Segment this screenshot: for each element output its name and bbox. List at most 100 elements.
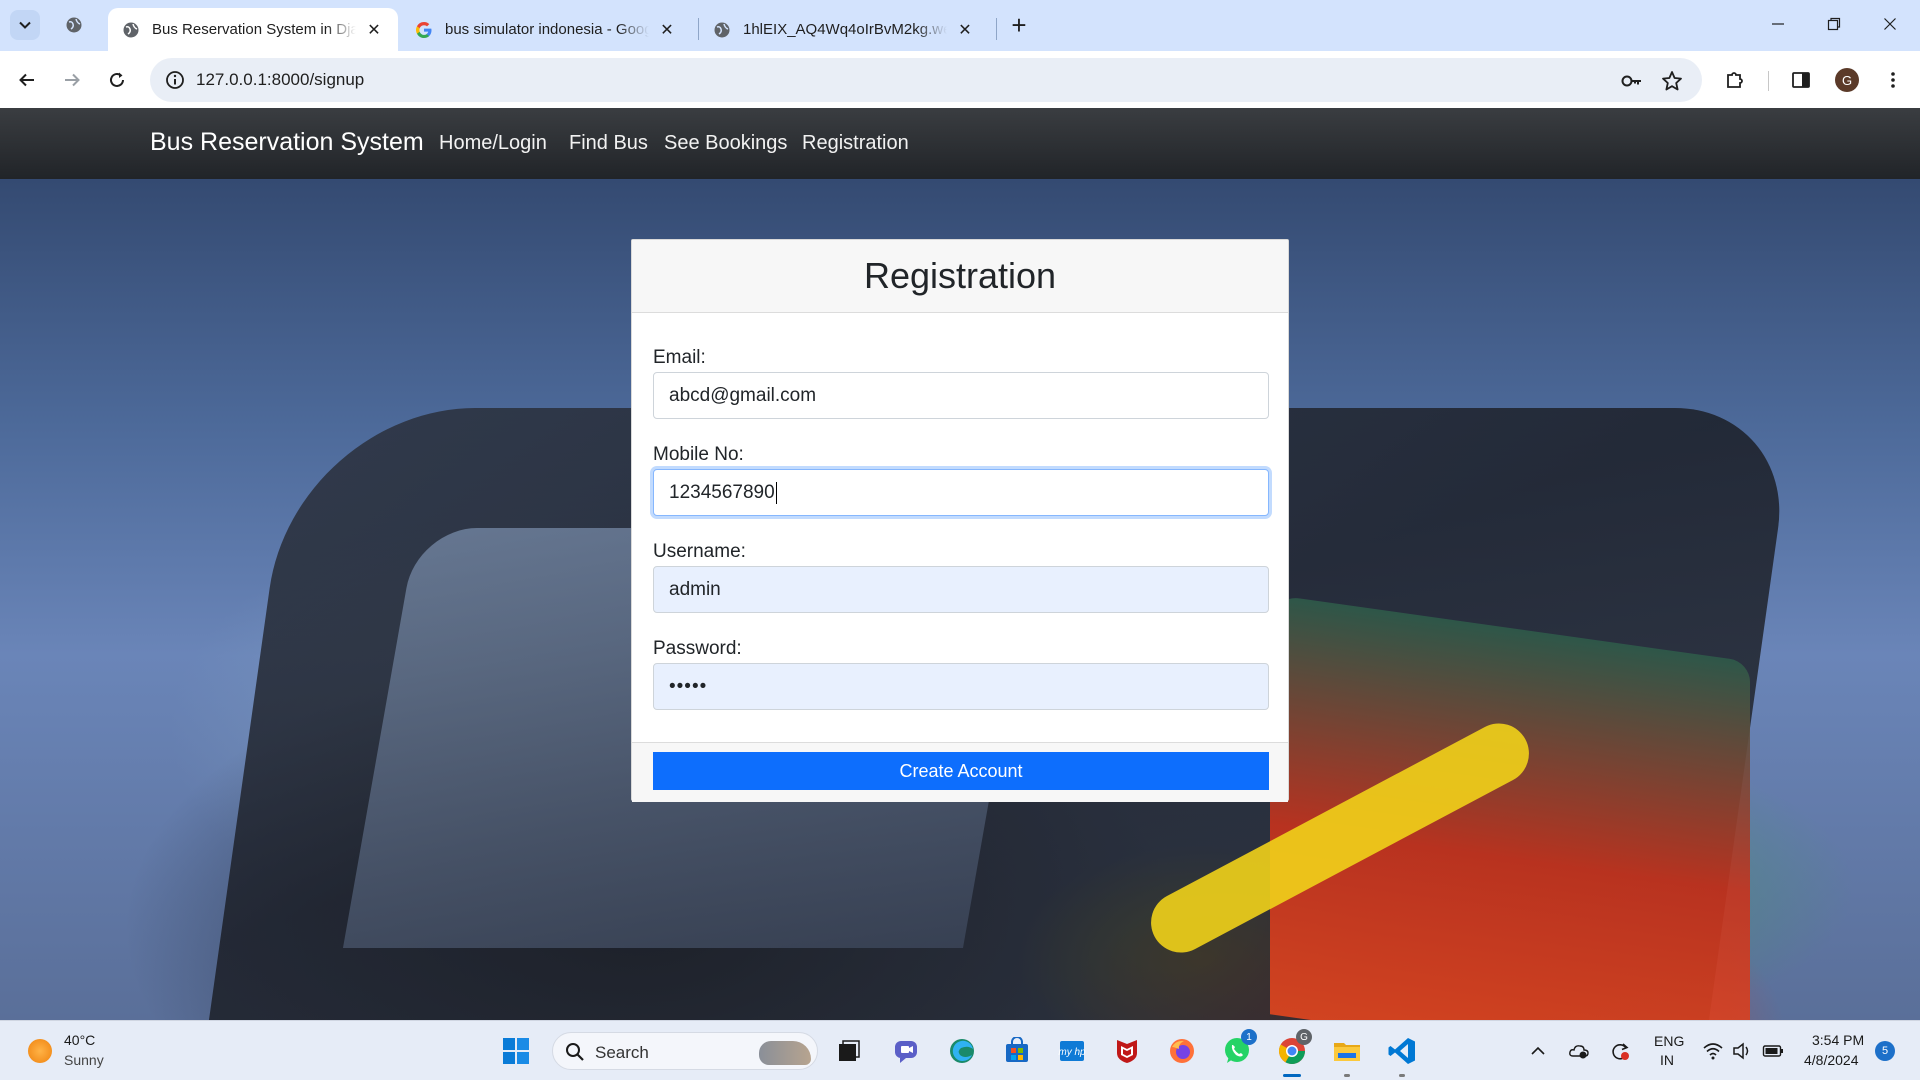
minimize-icon bbox=[1772, 23, 1784, 25]
tab-title: bus simulator indonesia - Google Search bbox=[445, 21, 649, 38]
file-explorer-button[interactable] bbox=[1329, 1033, 1365, 1069]
tab-search-button[interactable] bbox=[10, 10, 40, 40]
windows-taskbar: 40°C Sunny Search my hp 1 G ENG IN 3:54 … bbox=[0, 1020, 1920, 1080]
close-icon[interactable]: ✕ bbox=[364, 20, 384, 40]
username-value: admin bbox=[669, 578, 721, 600]
navbar-brand[interactable]: Bus Reservation System bbox=[150, 128, 424, 157]
firefox-icon bbox=[1170, 1039, 1194, 1063]
card-footer: Create Account bbox=[632, 742, 1288, 802]
restore-button[interactable] bbox=[1806, 0, 1862, 48]
microsoft-store-button[interactable] bbox=[999, 1033, 1035, 1069]
nav-link-home-login[interactable]: Home/Login bbox=[439, 132, 547, 155]
password-field[interactable]: ••••• bbox=[653, 663, 1269, 710]
hp-icon: my hp bbox=[1058, 1041, 1086, 1061]
close-window-button[interactable] bbox=[1862, 0, 1918, 48]
chrome-button[interactable]: G bbox=[1274, 1029, 1312, 1069]
clock-time[interactable]: 3:54 PM bbox=[1812, 1032, 1864, 1048]
firefox-button[interactable] bbox=[1164, 1033, 1200, 1069]
toolbar-divider bbox=[1768, 71, 1769, 91]
reload-icon bbox=[110, 72, 124, 87]
close-icon[interactable]: ✕ bbox=[657, 20, 677, 40]
search-placeholder: Search bbox=[595, 1043, 649, 1062]
mcafee-button[interactable] bbox=[1109, 1033, 1145, 1069]
language-region[interactable]: IN bbox=[1660, 1052, 1674, 1068]
pinned-tab[interactable] bbox=[58, 10, 90, 40]
registration-card: Registration Email: abcd@gmail.com Mobil… bbox=[631, 239, 1289, 802]
bookmark-star-icon[interactable] bbox=[1660, 69, 1684, 93]
mobile-field[interactable]: 1234567890 bbox=[653, 469, 1269, 516]
browser-menu-button[interactable] bbox=[1878, 65, 1908, 95]
reload-button[interactable] bbox=[102, 65, 132, 95]
tab-bus-reservation[interactable]: Bus Reservation System in Django ✕ bbox=[108, 8, 398, 51]
sun-icon[interactable] bbox=[28, 1039, 52, 1063]
address-bar[interactable]: 127.0.0.1:8000/signup bbox=[150, 58, 1702, 102]
svg-text:my hp: my hp bbox=[1058, 1047, 1086, 1058]
side-panel-icon bbox=[1792, 72, 1810, 88]
mcafee-shield-icon bbox=[1117, 1040, 1137, 1063]
globe-icon bbox=[714, 22, 730, 37]
whatsapp-button[interactable]: 1 bbox=[1219, 1029, 1257, 1069]
new-tab-button[interactable]: + bbox=[1004, 10, 1034, 40]
tab-google-search[interactable]: bus simulator indonesia - Google Search … bbox=[401, 8, 691, 51]
tab-title: 1hlEIX_AQ4Wq4oIrBvM2kg.webp bbox=[743, 21, 947, 38]
sync-alert-tray-icon[interactable] bbox=[1609, 1040, 1631, 1062]
site-navbar: Bus Reservation System Home/Login Find B… bbox=[0, 108, 1920, 179]
create-account-button[interactable]: Create Account bbox=[653, 752, 1269, 790]
clock-date[interactable]: 4/8/2024 bbox=[1804, 1052, 1859, 1068]
volume-icon[interactable] bbox=[1731, 1040, 1753, 1062]
chrome-profile-badge: G bbox=[1296, 1029, 1312, 1045]
extensions-button[interactable] bbox=[1720, 65, 1750, 95]
url-text[interactable]: 127.0.0.1:8000/signup bbox=[196, 70, 364, 90]
edge-browser-button[interactable] bbox=[944, 1033, 980, 1069]
google-icon bbox=[416, 21, 432, 38]
explorer-open-indicator bbox=[1344, 1074, 1350, 1077]
myhp-button[interactable]: my hp bbox=[1054, 1033, 1090, 1069]
password-key-icon[interactable] bbox=[1620, 69, 1644, 93]
edge-icon bbox=[950, 1039, 974, 1063]
browser-tab-strip: Bus Reservation System in Django ✕ bus s… bbox=[0, 0, 1920, 51]
chevron-down-icon bbox=[19, 21, 31, 29]
task-view-button[interactable] bbox=[831, 1033, 867, 1069]
windows-logo-icon bbox=[503, 1038, 529, 1064]
arrow-left-icon bbox=[19, 73, 34, 87]
nav-link-see-bookings[interactable]: See Bookings bbox=[664, 132, 787, 155]
username-field[interactable]: admin bbox=[653, 566, 1269, 613]
search-highlight-image bbox=[759, 1041, 811, 1065]
globe-icon bbox=[123, 22, 139, 37]
vscode-icon bbox=[1388, 1038, 1415, 1064]
battery-icon[interactable] bbox=[1762, 1040, 1784, 1062]
side-panel-button[interactable] bbox=[1786, 65, 1816, 95]
nav-link-find-bus[interactable]: Find Bus bbox=[569, 132, 648, 155]
onedrive-tray-icon[interactable] bbox=[1568, 1040, 1590, 1062]
notification-count-badge[interactable]: 5 bbox=[1875, 1041, 1895, 1061]
weather-condition[interactable]: Sunny bbox=[64, 1052, 104, 1068]
close-icon[interactable]: ✕ bbox=[955, 20, 975, 40]
language-indicator[interactable]: ENG bbox=[1654, 1033, 1684, 1049]
start-button[interactable] bbox=[498, 1033, 534, 1069]
tab-webp-image[interactable]: 1hlEIX_AQ4Wq4oIrBvM2kg.webp ✕ bbox=[699, 8, 989, 51]
site-info-icon[interactable] bbox=[164, 69, 186, 91]
teams-chat-button[interactable] bbox=[888, 1033, 924, 1069]
taskbar-search[interactable]: Search bbox=[552, 1032, 818, 1070]
store-icon bbox=[1006, 1037, 1028, 1062]
vscode-button[interactable] bbox=[1384, 1033, 1420, 1069]
wifi-icon[interactable] bbox=[1702, 1040, 1724, 1062]
forward-button[interactable] bbox=[57, 65, 87, 95]
nav-link-registration[interactable]: Registration bbox=[802, 132, 909, 155]
globe-icon bbox=[66, 17, 82, 33]
chevron-up-icon bbox=[1531, 1046, 1545, 1055]
password-label: Password: bbox=[653, 638, 742, 659]
email-field[interactable]: abcd@gmail.com bbox=[653, 372, 1269, 419]
chrome-active-indicator bbox=[1283, 1074, 1301, 1077]
profile-avatar[interactable]: G bbox=[1835, 68, 1859, 92]
restore-icon bbox=[1827, 17, 1841, 31]
email-value: abcd@gmail.com bbox=[669, 384, 817, 406]
weather-temperature[interactable]: 40°C bbox=[64, 1032, 95, 1048]
browser-toolbar: 127.0.0.1:8000/signup G bbox=[0, 51, 1920, 108]
minimize-button[interactable] bbox=[1750, 0, 1806, 48]
username-label: Username: bbox=[653, 541, 746, 562]
show-hidden-icons-button[interactable] bbox=[1527, 1040, 1549, 1062]
more-vertical-icon bbox=[1891, 72, 1895, 88]
tab-separator bbox=[996, 18, 997, 40]
back-button[interactable] bbox=[12, 65, 42, 95]
